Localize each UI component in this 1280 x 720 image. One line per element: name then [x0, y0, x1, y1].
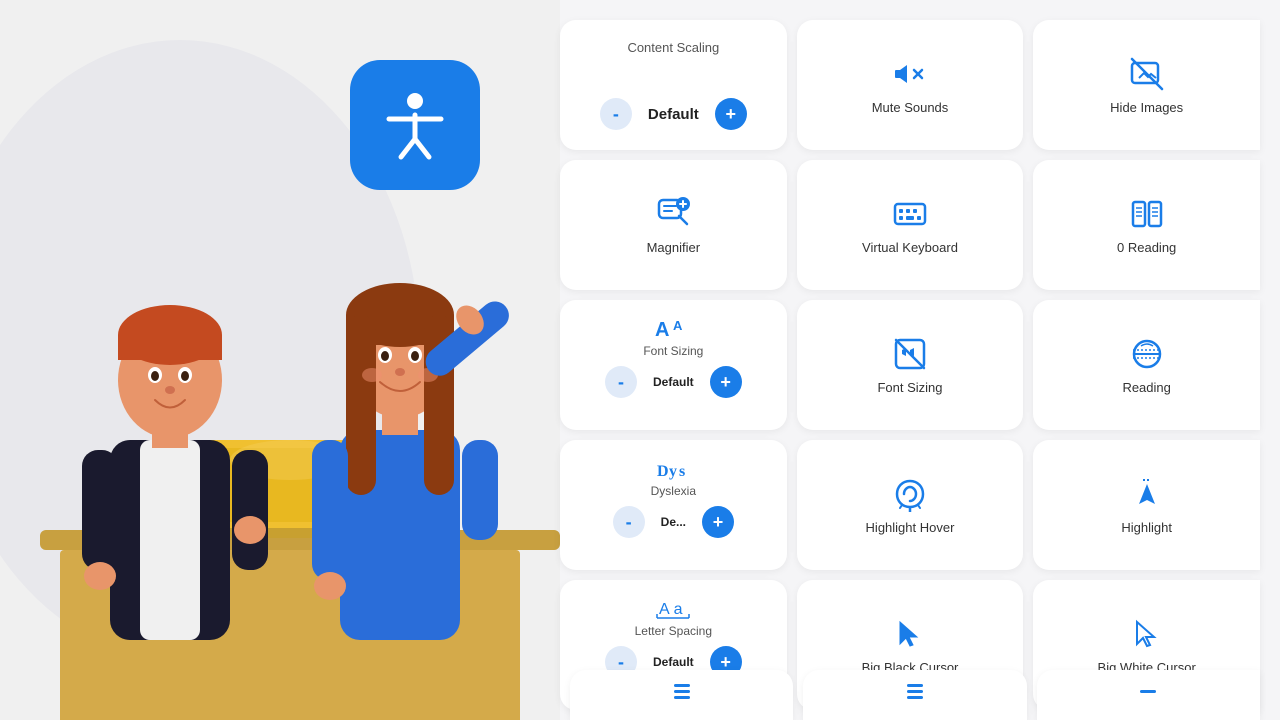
dyslexia-minus[interactable]: - [613, 506, 645, 538]
illustration-area [0, 0, 560, 720]
reading-guide-icon [1129, 336, 1165, 372]
highlight-focus-icon [1129, 476, 1165, 512]
content-scaling-label: Content Scaling [627, 40, 719, 55]
font-sizing-icon: A A [655, 314, 691, 342]
hide-images-label: Hide Images [1110, 100, 1183, 115]
hide-images-card[interactable]: Hide Images [1033, 20, 1260, 150]
highlight-focus-card[interactable]: Highlight [1033, 440, 1260, 570]
font-sizing-card[interactable]: A A Font Sizing - Default + [560, 300, 787, 430]
accessibility-icon [350, 60, 480, 190]
letter-spacing-icon: Aa [655, 594, 691, 622]
svg-text:y: y [669, 463, 677, 480]
virtual-keyboard-icon [892, 196, 928, 232]
dyslexia-value: De... [661, 515, 686, 529]
font-sizing-plus[interactable]: + [710, 366, 742, 398]
highlight-hover-label: Highlight Hover [866, 520, 955, 535]
hide-images-icon [1129, 56, 1165, 92]
mute-sounds-card[interactable]: Mute Sounds [797, 20, 1024, 150]
letter-spacing-value: Default [653, 655, 694, 669]
svg-text:A: A [673, 318, 683, 333]
font-sizing-value: Default [653, 375, 694, 389]
dyslexia-card[interactable]: D y s Dyslexia - De... + [560, 440, 787, 570]
magnifier-icon [655, 196, 691, 232]
bottom-card-1[interactable] [570, 670, 793, 720]
virtual-keyboard-card[interactable]: Virtual Keyboard [797, 160, 1024, 290]
reading-0-label: 0 Reading [1117, 240, 1176, 255]
content-scaling-card[interactable]: Content Scaling - Default + [560, 20, 787, 150]
reading-guide-card[interactable]: Reading [1033, 300, 1260, 430]
mute-sounds-icon [892, 56, 928, 92]
magnifier-card[interactable]: Magnifier [560, 160, 787, 290]
svg-text:A: A [655, 319, 669, 341]
big-black-cursor-icon [892, 616, 928, 652]
big-white-cursor-icon [1129, 616, 1165, 652]
dyslexia-plus[interactable]: + [702, 506, 734, 538]
svg-text:D: D [657, 463, 669, 480]
mute-sounds-label: Mute Sounds [872, 100, 949, 115]
magnifier-label: Magnifier [647, 240, 700, 255]
font-sizing-controls: - Default + [605, 366, 742, 398]
bottom-card-3[interactable] [1037, 670, 1260, 720]
reading-guide-label: Reading [1122, 380, 1170, 395]
highlight-hover-card[interactable]: Highlight Hover [797, 440, 1024, 570]
content-scaling-minus[interactable]: - [600, 98, 632, 130]
highlight-focus-label: Highlight [1121, 520, 1172, 535]
stop-animations-label: Font Sizing [877, 380, 942, 395]
virtual-keyboard-label: Virtual Keyboard [862, 240, 958, 255]
content-scaling-plus[interactable]: + [715, 98, 747, 130]
font-sizing-minus[interactable]: - [605, 366, 637, 398]
bottom-partial-row [560, 670, 1280, 720]
svg-text:Aa: Aa [659, 601, 687, 618]
dyslexia-header: Dyslexia [651, 484, 696, 498]
dyslexia-controls: - De... + [613, 506, 734, 538]
stop-animations-card[interactable]: Font Sizing [797, 300, 1024, 430]
letter-spacing-header: Letter Spacing [635, 624, 712, 638]
options-panel: Content Scaling - Default + Mute Sounds … [550, 0, 1280, 720]
scaling-controls: - Default + [600, 98, 747, 130]
highlight-hover-icon [892, 476, 928, 512]
dyslexia-icon: D y s [655, 454, 691, 482]
reading-0-card[interactable]: 0 Reading [1033, 160, 1260, 290]
font-sizing-header: Font Sizing [643, 344, 703, 358]
bottom-card-2[interactable] [803, 670, 1026, 720]
reading-0-icon [1129, 196, 1165, 232]
stop-animations-icon [892, 336, 928, 372]
svg-text:s: s [679, 463, 685, 480]
content-scaling-value: Default [648, 106, 699, 123]
